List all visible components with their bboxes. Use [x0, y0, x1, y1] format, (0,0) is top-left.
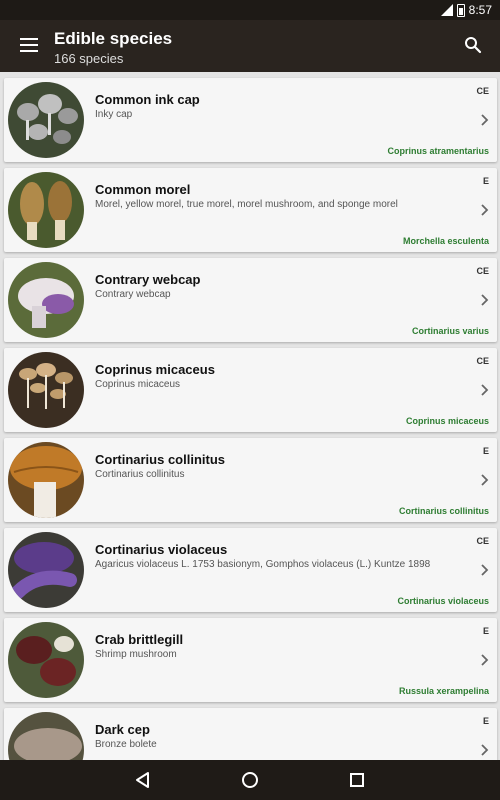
edibility-badge: CE: [476, 266, 489, 276]
species-card[interactable]: Crab brittlegill Shrimp mushroom E Russu…: [4, 618, 497, 702]
status-time: 8:57: [468, 3, 492, 17]
back-icon[interactable]: [133, 770, 153, 790]
species-latin-name: Cortinarius collinitus: [398, 506, 489, 516]
home-icon[interactable]: [240, 770, 260, 790]
edibility-badge: CE: [476, 356, 489, 366]
page-title: Edible species: [54, 29, 173, 48]
species-thumbnail: [8, 442, 84, 518]
edibility-badge: E: [482, 626, 489, 636]
species-name: Common ink cap: [95, 92, 200, 107]
chevron-right-icon: [481, 654, 489, 666]
species-count: 166 species: [54, 51, 124, 66]
species-name: Common morel: [95, 182, 191, 197]
species-latin-name: Russula xerampelina: [398, 686, 489, 696]
edibility-badge: CE: [476, 86, 489, 96]
species-card[interactable]: Cortinarius collinitus Cortinarius colli…: [4, 438, 497, 522]
species-card[interactable]: Common morel Morel, yellow morel, true m…: [4, 168, 497, 252]
species-common-names: Cortinarius collinitus: [95, 469, 185, 480]
chevron-right-icon: [481, 204, 489, 216]
species-thumbnail: [8, 82, 84, 158]
species-latin-name: Cortinarius varius: [411, 326, 489, 336]
signal-icon: [440, 4, 453, 16]
chevron-right-icon: [481, 474, 489, 486]
search-icon[interactable]: [464, 36, 482, 54]
species-list[interactable]: Common ink cap Inky cap CE Coprinus atra…: [0, 76, 500, 760]
species-common-names: Morel, yellow morel, true morel, morel m…: [95, 199, 398, 210]
species-latin-name: Morchella esculenta: [402, 236, 489, 246]
species-card[interactable]: Coprinus micaceus Coprinus micaceus CE C…: [4, 348, 497, 432]
species-common-names: Agaricus violaceus L. 1753 basionym, Gom…: [95, 559, 431, 570]
species-name: Crab brittlegill: [95, 632, 184, 647]
species-common-names: Bronze bolete: [95, 739, 157, 750]
edibility-badge: E: [482, 176, 489, 186]
species-card[interactable]: Contrary webcap Contrary webcap CE Corti…: [4, 258, 497, 342]
species-common-names: Contrary webcap: [95, 289, 171, 300]
species-thumbnail: [8, 352, 84, 428]
species-latin-name: Coprinus micaceus: [405, 416, 489, 426]
chevron-right-icon: [481, 114, 489, 126]
species-card[interactable]: Common ink cap Inky cap CE Coprinus atra…: [4, 78, 497, 162]
system-nav-bar: [0, 760, 500, 800]
battery-icon: [456, 3, 465, 17]
app-bar: Edible species 166 species: [0, 20, 500, 72]
species-name: Dark cep: [95, 722, 150, 737]
species-name: Cortinarius collinitus: [95, 452, 226, 467]
menu-icon[interactable]: [20, 38, 38, 52]
chevron-right-icon: [481, 384, 489, 396]
species-thumbnail: [8, 262, 84, 338]
status-bar: 8:57: [0, 0, 500, 20]
species-common-names: Shrimp mushroom: [95, 649, 177, 660]
edibility-badge: CE: [476, 536, 489, 546]
chevron-right-icon: [481, 744, 489, 756]
chevron-right-icon: [481, 294, 489, 306]
species-latin-name: Coprinus atramentarius: [387, 146, 489, 156]
species-card[interactable]: Cortinarius violaceus Agaricus violaceus…: [4, 528, 497, 612]
species-thumbnail: [8, 712, 84, 760]
edibility-badge: E: [482, 446, 489, 456]
species-thumbnail: [8, 172, 84, 248]
species-common-names: Coprinus micaceus: [95, 379, 181, 390]
species-latin-name: Cortinarius violaceus: [397, 596, 489, 606]
species-thumbnail: [8, 532, 84, 608]
chevron-right-icon: [481, 564, 489, 576]
species-thumbnail: [8, 622, 84, 698]
species-name: Coprinus micaceus: [95, 362, 215, 377]
species-name: Cortinarius violaceus: [95, 542, 228, 557]
species-card[interactable]: Dark cep Bronze bolete E: [4, 708, 497, 760]
species-common-names: Inky cap: [95, 109, 133, 120]
recents-icon[interactable]: [347, 770, 367, 790]
edibility-badge: E: [482, 716, 489, 726]
species-name: Contrary webcap: [95, 272, 201, 287]
